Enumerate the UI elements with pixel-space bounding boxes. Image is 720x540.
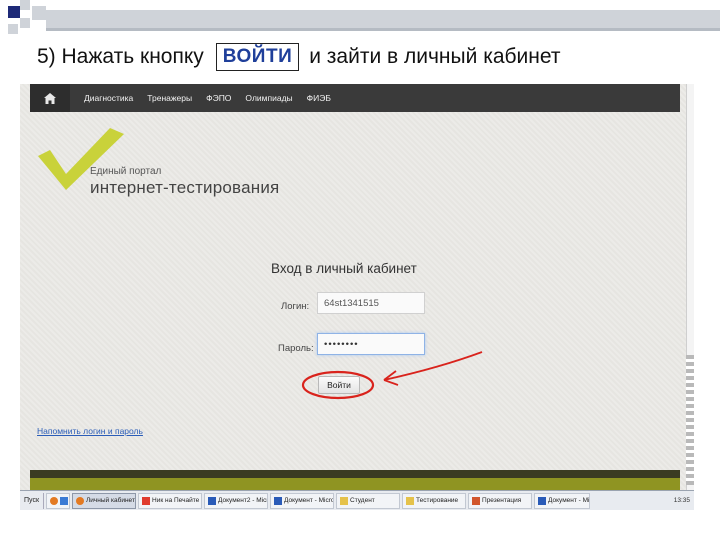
taskbar-item-label: Личный кабинет	[86, 496, 135, 504]
taskbar-item[interactable]: Документ2 - Micros	[204, 492, 269, 509]
quick-launch[interactable]	[46, 492, 71, 509]
login-form-title: Вход в личный кабинет	[271, 261, 417, 276]
taskbar-item-label: Ник на Печайте	[152, 496, 200, 504]
taskbar-item[interactable]: Личный кабинет	[72, 492, 137, 509]
logo-title: интернет-тестирования	[90, 178, 280, 197]
taskbar-item[interactable]: Документ - Micros	[534, 492, 591, 509]
folder-icon	[406, 496, 415, 505]
browser-screenshot: Диагностика Тренажеры ФЭПО Олимпиады ФИЭ…	[20, 84, 694, 510]
taskbar-item-label: Документ - Micros	[284, 496, 335, 504]
taskbar-item[interactable]: Тестирование	[402, 492, 467, 509]
login-label: Логин:	[281, 301, 310, 312]
start-button[interactable]: Пуск	[20, 492, 45, 509]
deco-square-grey	[32, 6, 46, 20]
slide-title-suffix: и зайти в личный кабинет	[309, 45, 561, 68]
deco-square-grey	[8, 24, 18, 34]
taskbar-item-label: Студент	[350, 496, 375, 504]
taskbar-item-label: Документ - Micros	[548, 496, 589, 504]
slide-title-button-chip: ВОЙТИ	[215, 43, 300, 71]
taskbar-item-label: Презентация	[482, 496, 522, 504]
word-icon	[274, 496, 283, 505]
home-icon	[44, 92, 56, 104]
forgot-credentials-link[interactable]: Напомнить логин и пароль	[37, 426, 143, 436]
taskbar-item-label: Тестирование	[416, 496, 459, 504]
word-icon	[538, 496, 547, 505]
browser-icon	[50, 496, 59, 505]
word-icon	[208, 496, 217, 505]
browser-icon	[76, 496, 85, 505]
taskbar-clock: 13:35	[673, 497, 690, 504]
slide-decoration	[0, 0, 720, 40]
taskbar-item-label: Документ2 - Micros	[218, 496, 267, 504]
slide-title-prefix: 5) Нажать кнопку	[37, 45, 204, 68]
nav-item-fieb[interactable]: ФИЭБ	[307, 93, 331, 103]
nav-item-diagnostics[interactable]: Диагностика	[84, 93, 133, 103]
windows-taskbar: Пуск Личный кабинет Ник на Печайте Докум…	[20, 490, 694, 510]
login-submit-button[interactable]: Войти	[318, 376, 360, 394]
taskbar-item[interactable]: Презентация	[468, 492, 533, 509]
nav-item-olympiads[interactable]: Олимпиады	[245, 93, 292, 103]
nav-item-fepo[interactable]: ФЭПО	[206, 93, 231, 103]
taskbar-item[interactable]: Ник на Печайте	[138, 492, 203, 509]
taskbar-item[interactable]: Студент	[336, 492, 401, 509]
nav-item-trainers[interactable]: Тренажеры	[147, 93, 192, 103]
scrollbar-grip[interactable]	[686, 355, 694, 485]
top-nav: Диагностика Тренажеры ФЭПО Олимпиады ФИЭ…	[30, 84, 680, 112]
password-input[interactable]: ••••••••	[317, 333, 425, 355]
deco-square-blue	[8, 6, 20, 18]
mail-icon	[142, 496, 151, 505]
home-button[interactable]	[30, 84, 70, 112]
ppt-icon	[472, 496, 481, 505]
taskbar-item[interactable]: Документ - Micros	[270, 492, 335, 509]
page-background: Диагностика Тренажеры ФЭПО Олимпиады ФИЭ…	[20, 84, 686, 510]
deco-bar-shadow	[46, 28, 720, 31]
deco-square-grey	[20, 0, 30, 10]
desktop-icon	[60, 496, 69, 505]
deco-square-grey	[20, 18, 30, 28]
login-input[interactable]: 64st1341515	[317, 292, 425, 314]
folder-icon	[340, 496, 349, 505]
slide-title: 5) Нажать кнопку ВОЙТИ и зайти в личный …	[37, 40, 560, 74]
password-label: Пароль:	[278, 343, 314, 354]
logo-subtitle: Единый портал	[90, 166, 162, 177]
